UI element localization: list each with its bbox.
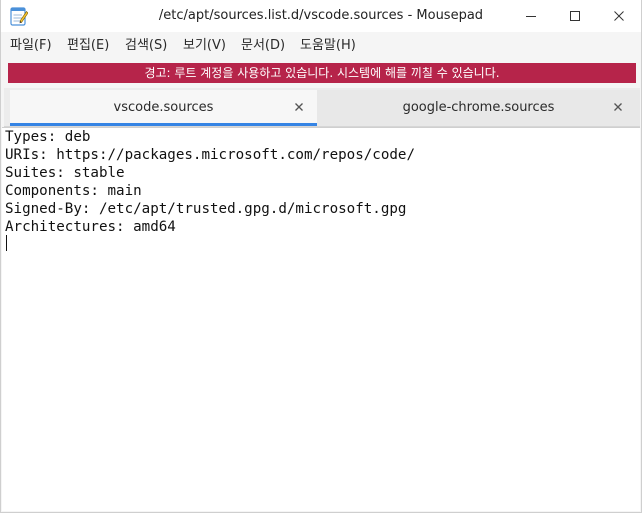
editor-line[interactable]: Components: main (5, 182, 142, 200)
close-button[interactable] (597, 0, 641, 32)
menu-search[interactable]: 검색(S) (125, 34, 167, 58)
minimize-icon (525, 7, 537, 26)
menu-file[interactable]: 파일(F) (10, 34, 52, 58)
tab-label: vscode.sources (113, 100, 214, 115)
maximize-icon (569, 7, 581, 26)
editor-line[interactable]: Architectures: amd64 (5, 218, 176, 236)
tab-bar: vscode.sources google-chrome.sources (4, 88, 640, 127)
menu-document[interactable]: 문서(D) (241, 34, 285, 58)
editor-line[interactable]: Types: deb (5, 128, 90, 146)
close-icon (613, 7, 625, 26)
window-title-text: /etc/apt/sources.list.d/vscode.sources -… (158, 8, 484, 23)
tab-label: google-chrome.sources (402, 100, 555, 115)
menu-bar: 파일(F) 편집(E) 검색(S) 보기(V) 문서(D) 도움말(H) (1, 34, 641, 58)
menu-view[interactable]: 보기(V) (183, 34, 226, 58)
mousepad-window: /etc/apt/sources.list.d/vscode.sources -… (0, 0, 642, 513)
maximize-button[interactable] (553, 0, 597, 32)
editor-line[interactable]: Suites: stable (5, 164, 125, 182)
text-cursor (6, 235, 7, 251)
tab-close-icon[interactable] (291, 99, 307, 115)
root-warning-banner: 경고: 루트 계정을 사용하고 있습니다. 시스템에 해를 끼칠 수 있습니다. (8, 63, 636, 83)
tab-vscode-sources[interactable]: vscode.sources (10, 90, 317, 126)
editor-line[interactable]: URIs: https://packages.microsoft.com/rep… (5, 146, 415, 164)
title-bar[interactable]: /etc/apt/sources.list.d/vscode.sources -… (1, 0, 641, 32)
menu-edit[interactable]: 편집(E) (67, 34, 109, 58)
tab-close-icon[interactable] (610, 99, 626, 115)
menu-help[interactable]: 도움말(H) (300, 34, 356, 58)
tab-google-chrome-sources[interactable]: google-chrome.sources (317, 90, 640, 126)
text-editor[interactable]: Types: deb URIs: https://packages.micros… (2, 127, 640, 511)
window-title: /etc/apt/sources.list.d/vscode.sources -… (1, 0, 541, 32)
minimize-button[interactable] (509, 0, 553, 32)
editor-line[interactable]: Signed-By: /etc/apt/trusted.gpg.d/micros… (5, 200, 406, 218)
